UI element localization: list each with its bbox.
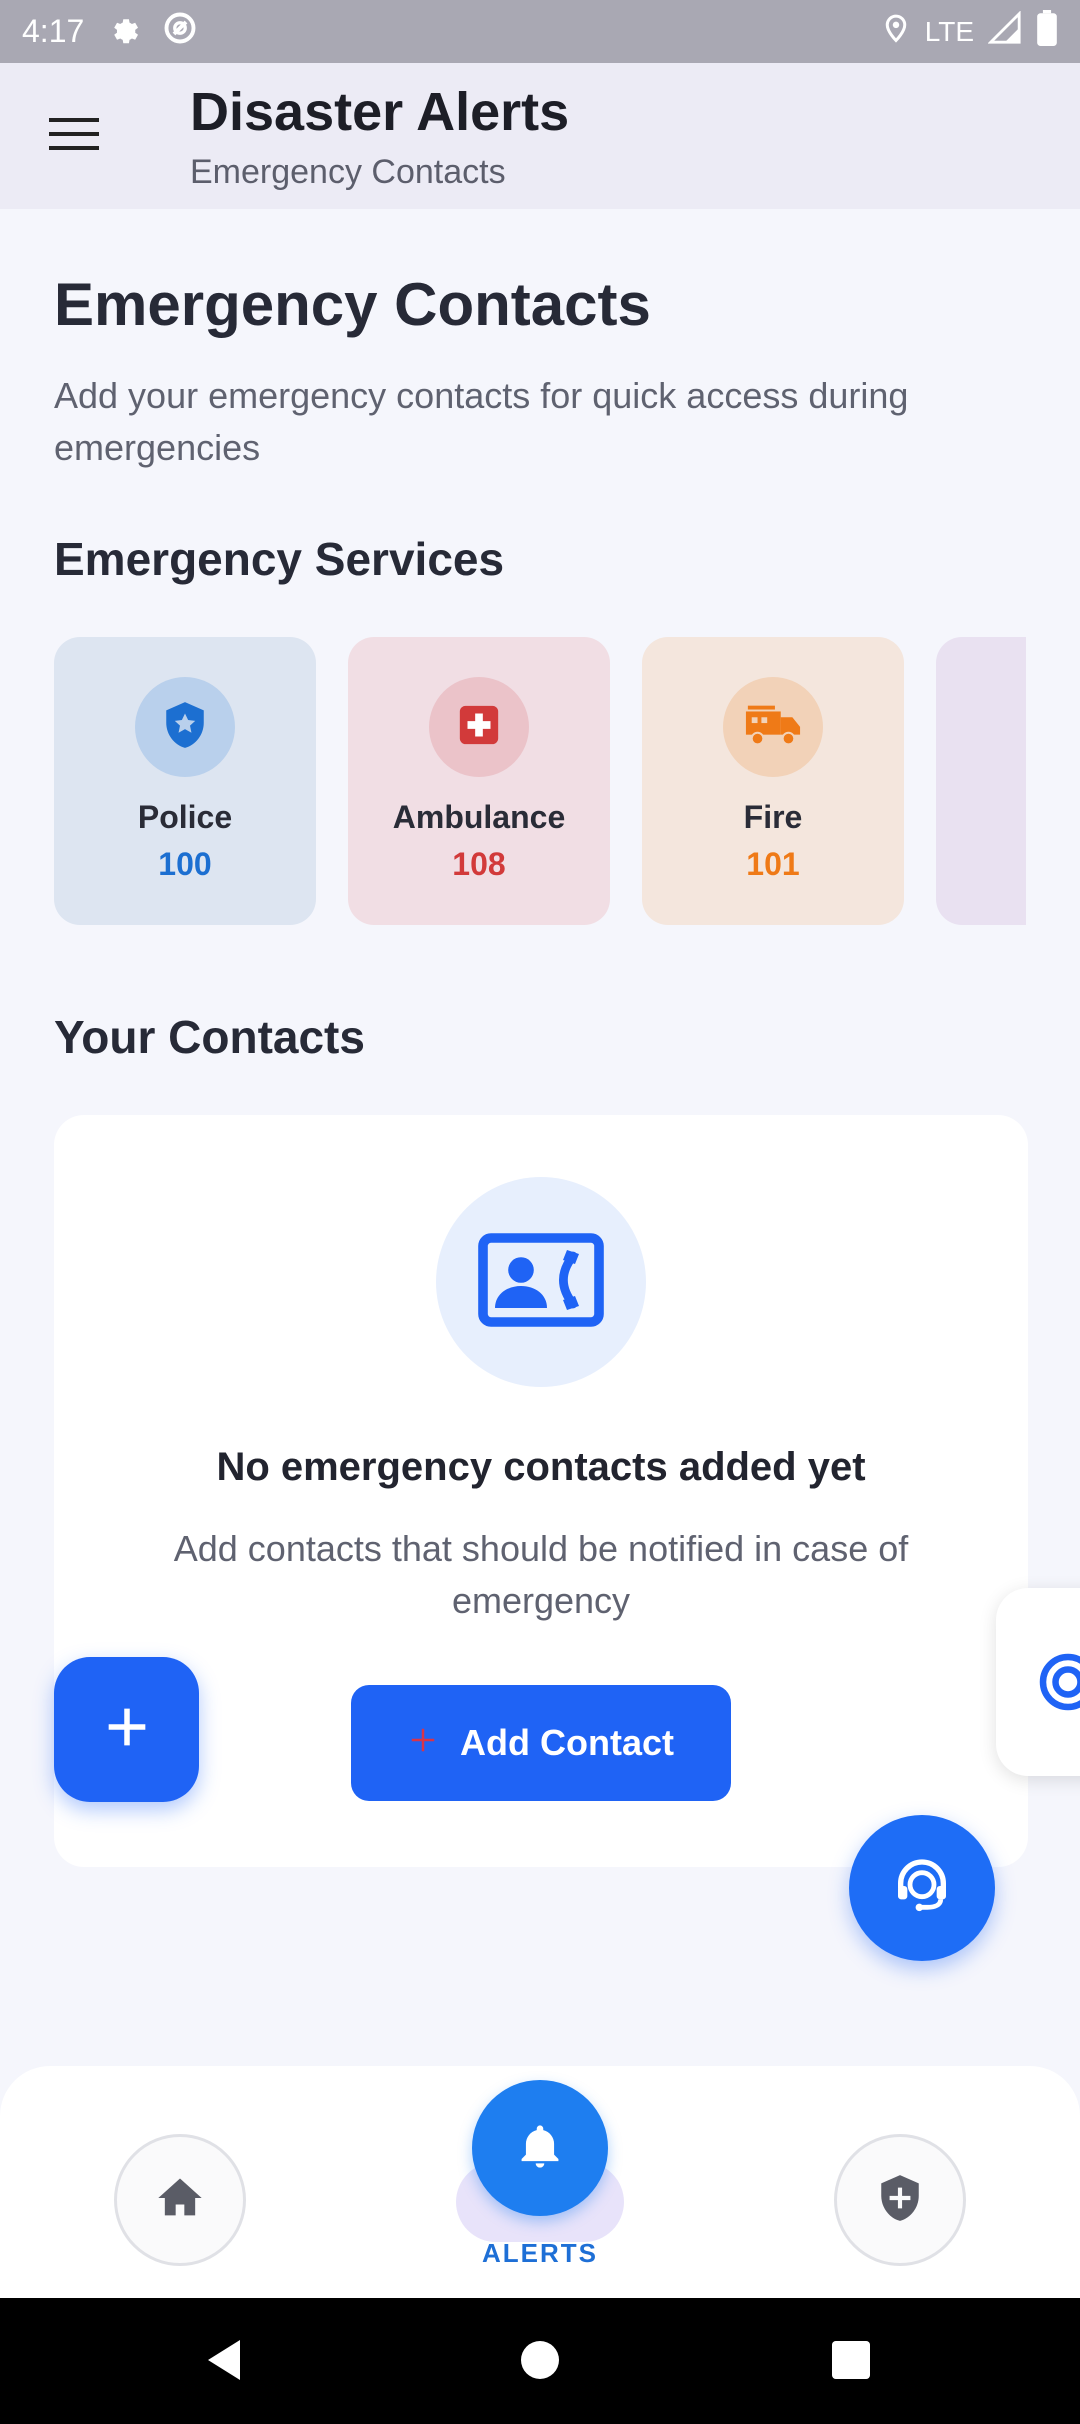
contact-phone-icon [477, 1232, 605, 1333]
app-subtitle: Emergency Contacts [190, 153, 506, 191]
add-contact-button[interactable]: Add Contact [351, 1685, 731, 1801]
shield-plus-icon [875, 2173, 925, 2228]
service-name: Ambulance [392, 799, 566, 835]
home-circle-icon[interactable] [520, 2340, 560, 2385]
bell-icon [514, 2120, 566, 2177]
plus-icon [408, 1722, 438, 1764]
support-agent-icon [890, 1854, 954, 1923]
status-bar: 4:17 LTE [0, 0, 1080, 63]
service-number: 108 [452, 846, 506, 882]
target-icon [1038, 1652, 1080, 1717]
ambulance-icon-circle [429, 677, 529, 777]
network-type: LTE [924, 15, 974, 47]
nav-alerts-label: ALERTS [482, 2238, 598, 2268]
police-icon-circle [135, 677, 235, 777]
services-list: Police 100 Ambulance 108 Fire 101 W [54, 637, 1026, 927]
nav-safety-button[interactable] [834, 2134, 966, 2266]
settings-icon [106, 11, 140, 53]
add-fab-button[interactable] [54, 1657, 199, 1802]
empty-state-title: No emergency contacts added yet [216, 1445, 866, 1489]
service-name: Police [137, 799, 233, 835]
contacts-heading: Your Contacts [54, 1011, 365, 1063]
shield-star-icon [160, 700, 210, 755]
page-description: Add your emergency contacts for quick ac… [54, 375, 909, 468]
nav-alerts-button[interactable] [472, 2080, 608, 2216]
service-card-ambulance[interactable]: Ambulance 108 [348, 637, 610, 925]
side-widget-tab[interactable] [996, 1588, 1080, 1776]
add-contact-label: Add Contact [460, 1722, 674, 1763]
status-time: 4:17 [22, 13, 85, 49]
location-icon [881, 11, 911, 53]
system-navigation-bar [0, 2298, 1080, 2424]
empty-state-description: Add contacts that should be notified in … [173, 1528, 909, 1621]
recents-icon[interactable] [832, 2341, 870, 2384]
fire-icon-circle [723, 677, 823, 777]
empty-state-illustration [436, 1177, 646, 1387]
battery-icon [1036, 9, 1058, 54]
bottom-navigation: ALERTS [0, 2066, 1080, 2298]
nav-home-button[interactable] [114, 2134, 246, 2266]
service-number: 101 [746, 846, 800, 882]
support-fab-button[interactable] [849, 1815, 995, 1961]
services-heading: Emergency Services [54, 533, 505, 585]
home-icon [154, 2172, 206, 2229]
medical-cross-icon [456, 702, 502, 753]
hamburger-icon [49, 116, 99, 157]
service-number: 100 [158, 846, 212, 882]
signal-icon [987, 9, 1022, 53]
back-icon[interactable] [204, 2338, 244, 2387]
data-saver-icon [162, 10, 198, 54]
service-card-police[interactable]: Police 100 [54, 637, 316, 925]
page-title: Emergency Contacts [54, 271, 651, 338]
service-name: Fire [743, 799, 803, 835]
app-title: Disaster Alerts [190, 82, 570, 142]
service-card-partial[interactable]: W [936, 637, 1026, 925]
app-bar: Disaster Alerts Emergency Contacts [0, 63, 1080, 209]
service-card-fire[interactable]: Fire 101 [642, 637, 904, 925]
contacts-card: No emergency contacts added yet Add cont… [54, 1115, 1028, 1867]
fire-truck-icon [744, 702, 802, 753]
plus-icon [105, 1705, 149, 1754]
menu-button[interactable] [44, 111, 104, 161]
